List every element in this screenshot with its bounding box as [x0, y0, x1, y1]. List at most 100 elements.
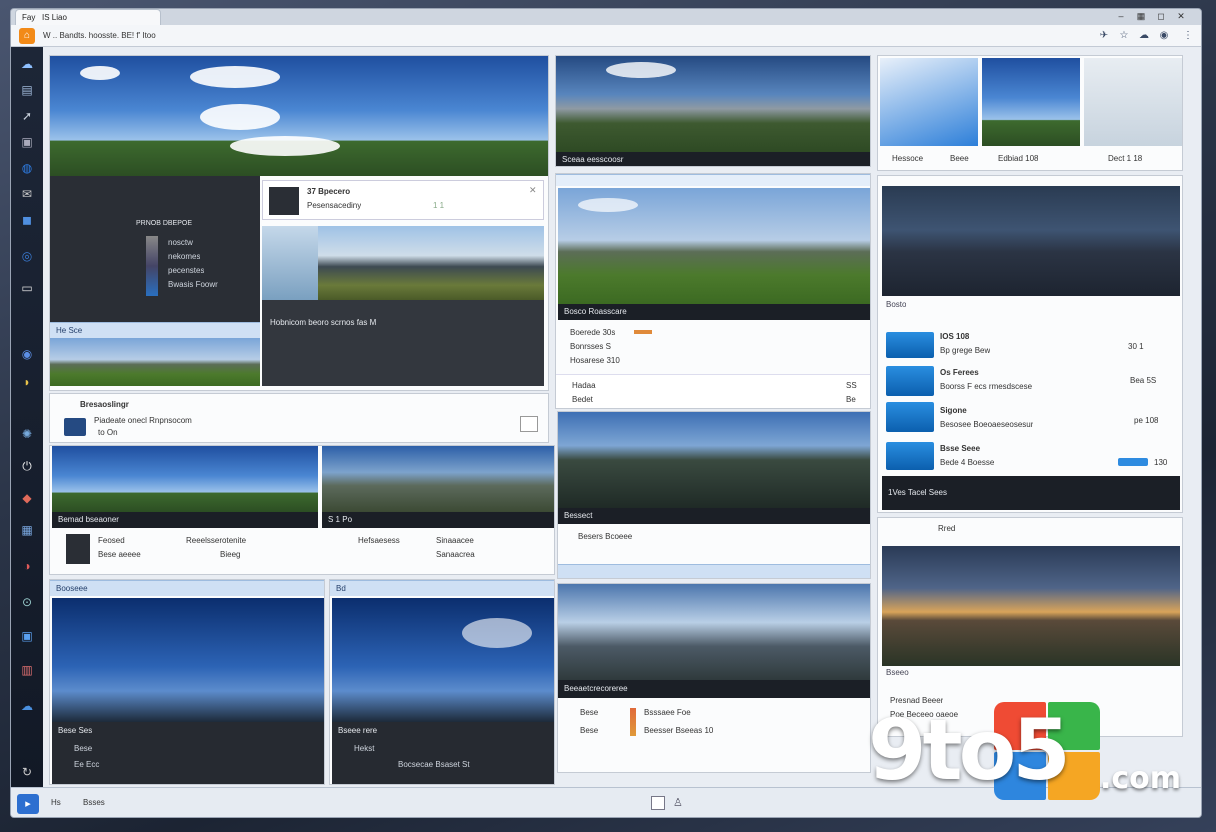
list-sub: Besosee Boeoaeseosesur	[940, 420, 1034, 429]
valley-image[interactable]	[556, 56, 870, 152]
list-thumb[interactable]	[886, 332, 934, 358]
cloud-icon[interactable]: ☁	[17, 55, 37, 73]
list-row[interactable]: nekomes	[168, 252, 200, 261]
share-icon[interactable]: ✈	[1097, 29, 1111, 43]
blue-sky-image[interactable]	[52, 598, 324, 722]
landscape-image[interactable]	[50, 56, 548, 176]
mountain-image[interactable]	[52, 446, 318, 512]
footer-text: Hadaa	[572, 381, 596, 390]
list-thumb[interactable]	[886, 402, 934, 432]
logo-text: 9to5	[868, 701, 1071, 799]
caption-bar: Bemad bseaoner	[52, 512, 318, 528]
cloud-icon[interactable]: ☁	[1137, 29, 1151, 43]
fjord-image[interactable]	[558, 412, 870, 508]
list-title[interactable]: Bsse Seee	[940, 444, 980, 453]
caption-title: Bseee rere	[338, 726, 378, 735]
row-text[interactable]: Besers Bcoeee	[578, 532, 632, 541]
globe-icon[interactable]: ◍	[17, 159, 37, 177]
window-icon[interactable]	[651, 796, 665, 810]
close-icon[interactable]: ✕	[1175, 11, 1187, 22]
list-row[interactable]: pecenstes	[168, 266, 204, 275]
address-bar: ⌂ W .. Bandts. hoosste. BE! f' Itoo ✈ ☆ …	[11, 25, 1201, 47]
gallery-thumb[interactable]	[880, 58, 978, 146]
detail-row[interactable]: Boerede 30s	[570, 328, 615, 337]
browser-tab[interactable]: Fay IS Liao	[15, 9, 161, 25]
restore-icon[interactable]: ◻	[1155, 11, 1167, 22]
taskbar-label[interactable]: Hs	[51, 798, 61, 807]
row-text: Bese aeeee	[98, 550, 141, 559]
strip-image[interactable]	[50, 338, 260, 386]
meadow-image[interactable]	[558, 188, 870, 304]
site-logo: 9to5 .com	[868, 700, 1198, 810]
calendar-icon[interactable]: ▥	[17, 661, 37, 679]
gallery-thumb[interactable]	[1084, 58, 1182, 146]
night-mountain-image[interactable]	[882, 186, 1180, 296]
chat-icon[interactable]: ✉	[17, 185, 37, 203]
caption-row[interactable]: Bese	[74, 744, 92, 753]
row-value[interactable]: Bsssaee Foe	[644, 708, 691, 717]
spiral-icon[interactable]: ◉	[17, 345, 37, 363]
caption-text: Beeaetcrecoreree	[564, 684, 628, 693]
panel-gallery: Hessoce Beee Edbiad 108 Dect 1 18	[877, 55, 1183, 171]
list-title[interactable]: Sigone	[940, 406, 967, 415]
box-icon[interactable]: ◆	[17, 489, 37, 507]
bottom-bar	[558, 564, 870, 578]
caption-row[interactable]: Bocsecae Bsaset St	[398, 760, 470, 769]
list-row[interactable]: nosctw	[168, 238, 193, 247]
row-text[interactable]: Feosed	[98, 536, 125, 545]
figure-icon[interactable]: ♙	[673, 796, 683, 809]
image-icon[interactable]: ▣	[17, 627, 37, 645]
sunset-image[interactable]	[882, 546, 1180, 666]
info-card[interactable]: 37 Bpecero Pesensacediny 1 1 ✕	[262, 180, 544, 220]
caption-row[interactable]: Ee Ecc	[74, 760, 99, 769]
moon-icon[interactable]: ◗	[17, 373, 37, 391]
minimize-icon[interactable]: –	[1115, 11, 1127, 22]
caption-pane: Hobnicom beoro scrnos fas M	[262, 300, 544, 386]
refresh-icon[interactable]: ↻	[17, 763, 37, 781]
settings-icon[interactable]: ✺	[17, 425, 37, 443]
row-value[interactable]: Beesser Bseeas 10	[644, 726, 713, 735]
detail-row[interactable]: Bonrsses S	[570, 342, 611, 351]
caption-row[interactable]: Hekst	[354, 744, 374, 753]
grid-icon[interactable]: ▦	[1135, 11, 1147, 22]
arrow-icon[interactable]: ➚	[17, 107, 37, 125]
user-icon[interactable]: ⊙	[17, 593, 37, 611]
list-title[interactable]: Os Ferees	[940, 368, 979, 377]
circle-icon[interactable]: ▭	[17, 279, 37, 297]
meadow-caption: Bosco Roasscare	[558, 304, 870, 320]
row-text[interactable]: Hefsaesess	[358, 536, 400, 545]
list-row[interactable]: Bwasis Foowr	[168, 280, 218, 289]
close-icon[interactable]: ✕	[529, 185, 537, 196]
clock-icon[interactable]: ◑	[17, 557, 37, 575]
blue-sky-image[interactable]	[332, 598, 554, 722]
gear-icon[interactable]: ◎	[17, 247, 37, 265]
mountain-image[interactable]	[322, 446, 554, 512]
taskbar-label[interactable]: Bsses	[83, 798, 105, 807]
image-icon[interactable]: ▣	[17, 133, 37, 151]
checkbox-icon[interactable]	[520, 416, 538, 432]
detail-row[interactable]: Hosarese 310	[570, 356, 620, 365]
home-icon[interactable]: ⌂	[19, 28, 35, 44]
list-thumb[interactable]	[886, 366, 934, 396]
cloud-valley-image[interactable]	[558, 584, 870, 680]
gallery-thumb[interactable]	[982, 58, 1080, 146]
menu-icon[interactable]: ⋮	[1181, 29, 1195, 43]
panel-landscape-main: PRNOB DBEPOE nosctw nekomes pecenstes Bw…	[49, 55, 549, 391]
mail-icon[interactable]: ◼	[17, 211, 37, 229]
cloud-icon[interactable]: ☁	[17, 697, 37, 715]
url-field[interactable]: W .. Bandts. hoosste. BE! f' Itoo	[43, 29, 523, 43]
mountain-image[interactable]	[262, 226, 544, 300]
power-icon[interactable]: ⏻	[17, 457, 37, 475]
list-title[interactable]: IOS 108	[940, 332, 969, 341]
list-sub: Boorss F ecs rmesdscese	[940, 382, 1033, 391]
start-icon[interactable]: ▸	[17, 794, 39, 814]
list-value: 130	[1154, 458, 1168, 467]
contacts-icon[interactable]: ▦	[17, 521, 37, 539]
card-subtitle: Pesensacediny	[307, 201, 362, 210]
bookmark-icon[interactable]: ☆	[1117, 29, 1131, 43]
row-label: Bese	[580, 708, 599, 717]
folder-icon[interactable]: ▤	[17, 81, 37, 99]
profile-icon[interactable]: ◉	[1157, 29, 1171, 43]
panel-fjord: Bessect Besers Bcoeee	[557, 411, 871, 579]
list-thumb[interactable]	[886, 442, 934, 470]
